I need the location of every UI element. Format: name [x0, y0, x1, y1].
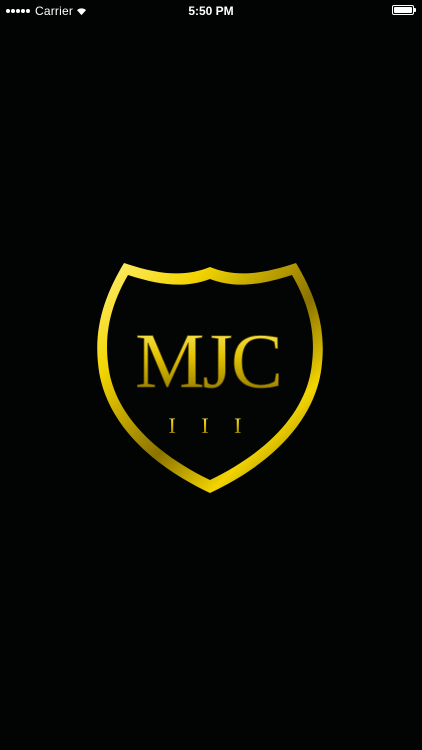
logo-monogram: MJC — [135, 317, 281, 404]
logo-numeral: I I I — [169, 413, 252, 438]
shield-logo-icon: MJC I I I — [97, 263, 323, 493]
status-time: 5:50 PM — [188, 4, 234, 18]
brand-logo: MJC I I I — [90, 255, 330, 500]
splash-screen: Carrier 5:50 PM MJC I I I — [0, 0, 422, 750]
status-bar: Carrier 5:50 PM — [0, 0, 422, 22]
battery-icon — [392, 5, 416, 15]
battery-level — [394, 7, 412, 13]
